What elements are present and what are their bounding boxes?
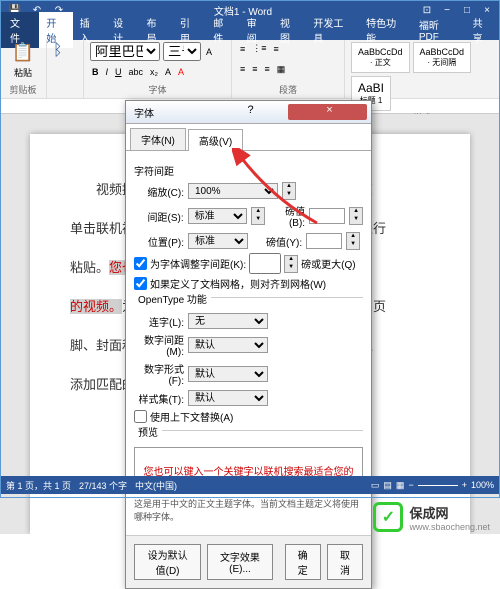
scale-label: 缩放(C): [134,184,184,199]
section-opentype: OpenType 功能 [134,291,211,306]
spacing-pt-label: 磅值(B): [269,203,305,229]
watermark-url: www.sbaocheng.net [409,522,490,532]
spacing-spinner[interactable]: ▲▼ [251,207,265,225]
grid-checkbox[interactable] [134,277,147,290]
align-center-icon[interactable]: ≡ [250,63,259,75]
cancel-button[interactable]: 取消 [327,544,363,580]
view-print-icon[interactable]: ▤ [383,480,392,491]
align-right-icon[interactable]: ≡ [263,63,272,75]
bullets-icon[interactable]: ≡ [238,43,247,55]
watermark: ✓ 保成网 www.sbaocheng.net [373,502,490,532]
shading-icon[interactable]: ▦ [275,63,288,76]
numspc-select[interactable]: 默认 [188,337,268,353]
bold-icon[interactable]: B [90,66,101,78]
ribbon-tabs: 文件 开始 插入 设计 布局 引用 邮件 审阅 视图 开发工具 特色功能 福昕P… [0,20,500,40]
numbering-icon[interactable]: ⋮≡ [250,42,268,55]
grow-font-icon[interactable]: A [204,46,214,58]
liga-label: 连字(L): [134,314,184,329]
dialog-tabs: 字体(N) 高级(V) [126,124,371,151]
view-web-icon[interactable]: ▦ [396,480,405,491]
tab-font-basic[interactable]: 字体(N) [130,128,186,150]
liga-select[interactable]: 无 [188,313,268,329]
status-words[interactable]: 27/143 个字 [79,479,127,492]
grid-label: 如果定义了文档网格，则对齐到网格(W) [150,276,326,291]
dialog-title: 字体 [130,105,209,120]
kerning-label: 为字体调整字间距(K): [150,256,246,271]
tab-font-advanced[interactable]: 高级(V) [188,129,243,151]
styleset-label: 样式集(T): [134,391,184,406]
kerning-checkbox[interactable] [134,257,147,270]
position-pt-input[interactable] [306,233,342,249]
numform-label: 数字形式(F): [134,361,184,387]
numspc-label: 数字间距(M): [134,332,184,358]
status-page[interactable]: 第 1 页，共 1 页 [6,479,71,492]
indent-icon[interactable]: ≡ [272,43,281,55]
scale-select[interactable]: 100% [188,183,278,199]
status-lang[interactable]: 中文(中国) [135,479,177,492]
kerning-spinner[interactable]: ▲▼ [284,255,298,273]
position-select[interactable]: 标准 [188,233,248,249]
kerning-input[interactable] [249,253,281,274]
sub-icon[interactable]: x₂ [148,66,160,78]
position-pt-label: 磅值(Y): [266,234,302,249]
strike-icon[interactable]: abc [127,66,146,78]
effects-button[interactable]: 文字效果(E)... [207,544,273,580]
ok-button[interactable]: 确定 [285,544,321,580]
watermark-brand: 保成网 [409,506,448,521]
styleset-select[interactable]: 默认 [188,390,268,406]
font-size-select[interactable]: 三号 [163,42,201,61]
position-pt-spinner[interactable]: ▲▼ [346,232,360,250]
paste-label: 粘贴 [14,66,32,79]
font-dialog: 字体 ? × 字体(N) 高级(V) 字符间距 缩放(C): 100% ▲▼ 间… [125,100,372,589]
dialog-close-icon[interactable]: × [288,104,367,120]
dialog-titlebar[interactable]: 字体 ? × [126,101,371,124]
position-label: 位置(P): [134,234,184,249]
spacing-pt-spinner[interactable]: ▲▼ [349,207,363,225]
contextual-label: 使用上下文替换(A) [150,409,233,424]
paste-icon[interactable]: 📋 [12,42,34,63]
section-preview: 预览 [134,424,162,439]
statusbar: 第 1 页，共 1 页 27/143 个字 中文(中国) ▭ ▤ ▦ − + 1… [0,476,500,494]
spacing-pt-input[interactable] [309,208,345,224]
section-spacing: 字符间距 [134,163,363,178]
scale-spinner[interactable]: ▲▼ [282,182,296,200]
bluetooth-icon[interactable]: ᛒ [53,42,63,60]
zoom-out-icon[interactable]: − [408,480,413,490]
zoom-value[interactable]: 100% [471,480,494,490]
kerning-unit: 磅或更大(Q) [301,256,355,271]
numform-select[interactable]: 默认 [188,366,268,382]
watermark-logo-icon: ✓ [373,502,403,532]
style-normal[interactable]: AaBbCcDd· 正文 [351,42,410,73]
zoom-in-icon[interactable]: + [462,480,467,490]
spacing-select[interactable]: 标准 [188,208,248,224]
font-color-icon[interactable]: A [176,66,186,78]
italic-icon[interactable]: I [104,66,111,78]
style-nospacing[interactable]: AaBbCcDd· 无间隔 [413,42,472,73]
dialog-help-icon[interactable]: ? [209,104,288,120]
group-para: 段落 [238,83,338,96]
view-read-icon[interactable]: ▭ [371,480,380,491]
default-button[interactable]: 设为默认值(D) [134,544,201,580]
align-left-icon[interactable]: ≡ [238,63,247,75]
font-hint: 这是用于中文的正文主题字体。当前文档主题定义将使用哪种字体。 [134,497,363,523]
underline-icon[interactable]: U [113,66,124,78]
highlight-icon[interactable]: A [163,66,173,78]
ribbon: 📋 粘贴 剪贴板 ᛒ 阿里巴巴普... 三号 A B I U abc x₂ A … [0,40,500,99]
contextual-checkbox[interactable] [134,410,147,423]
zoom-slider[interactable] [418,485,458,486]
group-clipboard: 剪贴板 [6,83,40,96]
group-font: 字体 [90,83,225,96]
spacing-label: 间距(S): [134,209,184,224]
font-name-select[interactable]: 阿里巴巴普... [90,42,160,61]
